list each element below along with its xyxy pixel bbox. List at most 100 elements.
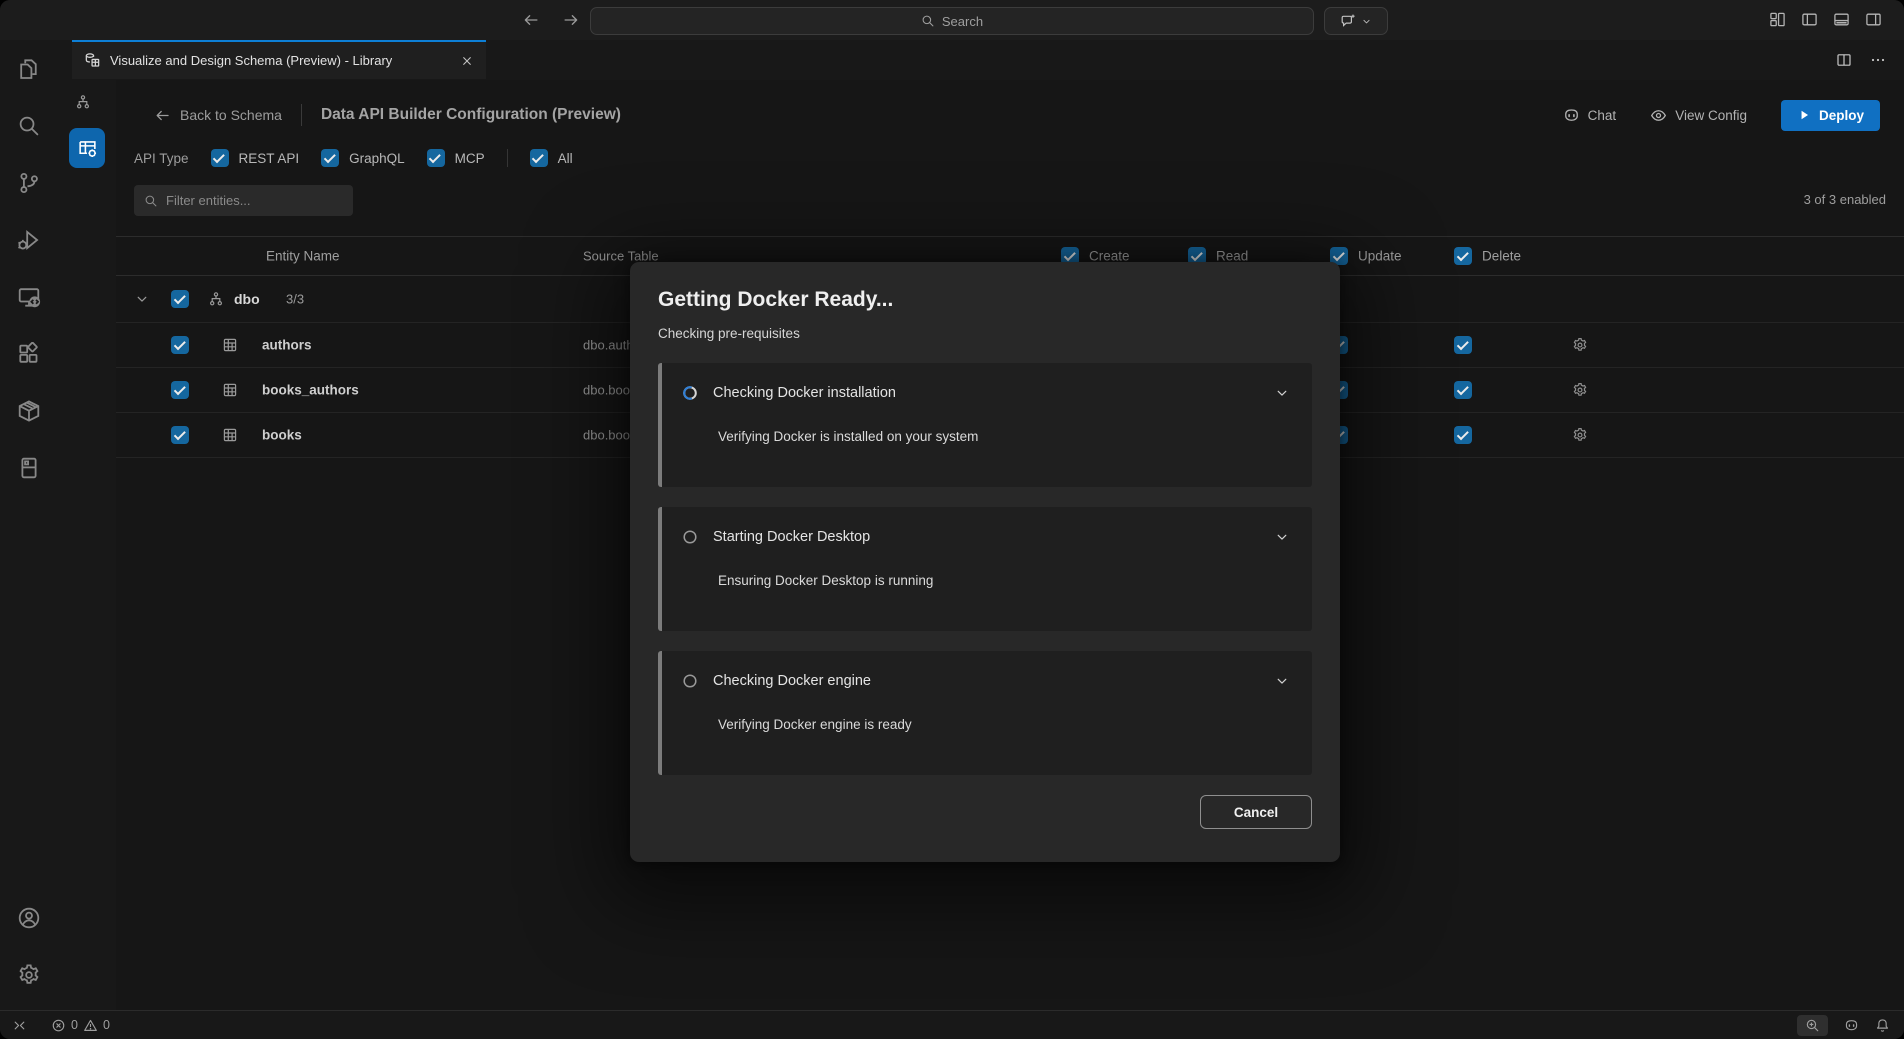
chat-button[interactable]: Chat xyxy=(1563,107,1617,124)
step-detail: Verifying Docker is installed on your sy… xyxy=(718,429,1290,444)
layout-customize-icon[interactable] xyxy=(1769,11,1786,28)
zoom-indicator[interactable] xyxy=(1797,1015,1828,1036)
remote-indicator-icon[interactable] xyxy=(12,1018,27,1033)
activity-item-account[interactable] xyxy=(0,889,58,946)
copilot-menu-button[interactable] xyxy=(1324,7,1388,35)
filter-entities-input[interactable]: Filter entities... xyxy=(134,185,353,216)
title-bar: Search xyxy=(0,0,1904,40)
api-type-option[interactable]: GraphQL xyxy=(321,149,405,167)
col-entity-name: Entity Name xyxy=(266,249,340,264)
page-title: Data API Builder Configuration (Preview) xyxy=(321,106,621,124)
chevron-down-icon[interactable] xyxy=(1274,385,1290,401)
nav-back-icon[interactable] xyxy=(522,11,540,29)
activity-item-remote-explorer[interactable] xyxy=(0,268,58,325)
row-settings-gear-icon[interactable] xyxy=(1572,427,1588,443)
activity-bar-bottom xyxy=(0,889,58,1003)
group-checkbox[interactable] xyxy=(171,290,189,308)
filter-placeholder: Filter entities... xyxy=(166,193,251,208)
copilot-status-icon[interactable] xyxy=(1844,1018,1859,1033)
command-center-search[interactable]: Search xyxy=(590,7,1314,35)
dialog-subtitle: Checking pre-requisites xyxy=(658,326,1312,341)
delete-all-checkbox[interactable] xyxy=(1454,247,1472,265)
docker-step-card[interactable]: Checking Docker engine Verifying Docker … xyxy=(658,651,1312,775)
dab-config-tool-active[interactable] xyxy=(69,128,105,168)
checkbox-checked[interactable] xyxy=(530,149,548,167)
api-type-option[interactable]: REST API xyxy=(211,149,300,167)
api-type-option[interactable]: MCP xyxy=(427,149,485,167)
split-editor-icon[interactable] xyxy=(1836,52,1852,68)
pending-circle-icon xyxy=(682,673,698,689)
activity-item-search[interactable] xyxy=(0,97,58,154)
header-divider xyxy=(301,104,302,126)
schema-designer-tab-icon xyxy=(84,52,101,69)
entity-name: books_authors xyxy=(262,383,359,398)
layout-sidebar-right-icon[interactable] xyxy=(1865,11,1882,28)
activity-item-explorer[interactable] xyxy=(0,40,58,97)
source-control-icon xyxy=(17,171,41,195)
back-to-schema-link[interactable]: Back to Schema xyxy=(154,107,282,124)
deploy-button[interactable]: Deploy xyxy=(1781,100,1880,131)
table-icon xyxy=(222,337,238,353)
step-label: Checking Docker installation xyxy=(713,385,896,401)
tab-visualize-schema[interactable]: Visualize and Design Schema (Preview) - … xyxy=(72,40,486,79)
layout-panel-icon[interactable] xyxy=(1833,11,1850,28)
extensions-icon xyxy=(17,342,41,366)
delete-checkbox[interactable] xyxy=(1454,336,1472,354)
api-type-option-all[interactable]: All xyxy=(530,149,573,167)
delete-checkbox[interactable] xyxy=(1454,381,1472,399)
entity-checkbox[interactable] xyxy=(171,381,189,399)
remote-explorer-icon xyxy=(17,285,41,309)
zoom-in-icon xyxy=(1805,1018,1820,1033)
row-settings-gear-icon[interactable] xyxy=(1572,337,1588,353)
group-count: 3/3 xyxy=(286,292,304,307)
error-icon xyxy=(51,1018,66,1033)
vscode-window: Search Visualize and Design Schema (Prev… xyxy=(0,0,1904,1039)
cancel-button[interactable]: Cancel xyxy=(1200,795,1312,829)
notifications-bell-icon[interactable] xyxy=(1875,1018,1890,1033)
nav-forward-icon[interactable] xyxy=(562,11,580,29)
docker-steps: Checking Docker installation Verifying D… xyxy=(658,363,1312,775)
page-header: Back to Schema Data API Builder Configur… xyxy=(116,94,1904,136)
collapse-chevron-icon[interactable] xyxy=(134,291,150,307)
search-icon xyxy=(144,194,158,208)
spinner-icon xyxy=(682,385,698,401)
chevron-down-icon[interactable] xyxy=(1274,529,1290,545)
entity-checkbox[interactable] xyxy=(171,426,189,444)
step-detail: Ensuring Docker Desktop is running xyxy=(718,573,1290,588)
back-label: Back to Schema xyxy=(180,107,282,123)
copilot-icon xyxy=(1563,107,1580,124)
entity-checkbox[interactable] xyxy=(171,336,189,354)
activity-item-extensions[interactable] xyxy=(0,325,58,382)
search-icon xyxy=(17,114,41,138)
activity-item-containers[interactable] xyxy=(0,382,58,439)
table-gear-icon xyxy=(77,138,98,159)
designer-side-strip xyxy=(58,80,117,1011)
more-actions-icon[interactable] xyxy=(1870,52,1886,68)
checkbox-checked[interactable] xyxy=(321,149,339,167)
chevron-down-icon[interactable] xyxy=(1274,673,1290,689)
checkbox-checked[interactable] xyxy=(211,149,229,167)
api-type-divider xyxy=(507,149,508,167)
activity-item-source-control[interactable] xyxy=(0,154,58,211)
layout-sidebar-left-icon[interactable] xyxy=(1801,11,1818,28)
activity-item-settings[interactable] xyxy=(0,946,58,1003)
activity-bar xyxy=(0,40,58,1011)
activity-item-run-debug[interactable] xyxy=(0,211,58,268)
docker-step-card[interactable]: Starting Docker Desktop Ensuring Docker … xyxy=(658,507,1312,631)
delete-checkbox[interactable] xyxy=(1454,426,1472,444)
problems-widget[interactable]: 0 0 xyxy=(51,1018,110,1033)
checkbox-checked[interactable] xyxy=(427,149,445,167)
activity-item-database-projects[interactable] xyxy=(0,439,58,496)
warning-count: 0 xyxy=(103,1018,110,1032)
docker-step-card[interactable]: Checking Docker installation Verifying D… xyxy=(658,363,1312,487)
api-type-filter-row: API Type REST API GraphQL MCP All xyxy=(134,141,573,175)
schema-designer-icon[interactable] xyxy=(75,94,91,110)
view-config-button[interactable]: View Config xyxy=(1650,107,1747,124)
close-icon[interactable] xyxy=(460,54,474,68)
enabled-summary: 3 of 3 enabled xyxy=(1804,192,1886,207)
entity-name: authors xyxy=(262,338,312,353)
table-icon xyxy=(222,427,238,443)
layout-controls xyxy=(1769,11,1882,28)
step-detail: Verifying Docker engine is ready xyxy=(718,717,1290,732)
row-settings-gear-icon[interactable] xyxy=(1572,382,1588,398)
